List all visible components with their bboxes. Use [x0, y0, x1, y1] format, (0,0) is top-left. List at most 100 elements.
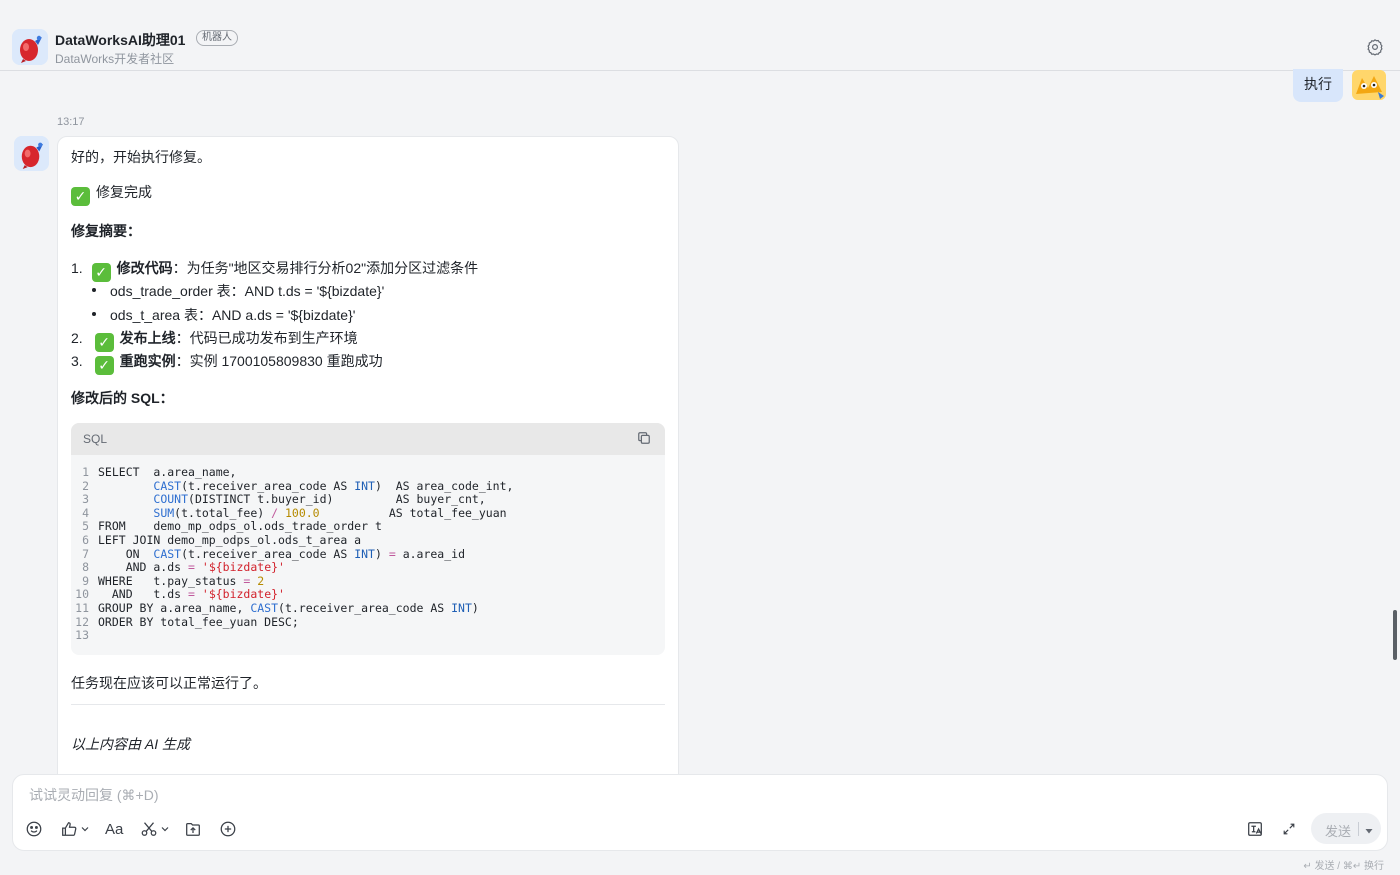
- line-number: 11: [75, 600, 89, 615]
- line-number: 7: [82, 546, 89, 561]
- code-text: ORDER BY total_fee_yuan DESC;: [98, 614, 299, 629]
- sub-list-item: ods_trade_order 表：AND t.ds = '${bizdate}…: [110, 281, 384, 301]
- code-text: AND t.ds = '${bizdate}': [98, 587, 285, 602]
- code-line: 12 ORDER BY total_fee_yuan DESC;: [71, 614, 665, 630]
- chat-title: DataWorksAI助理01: [55, 32, 186, 48]
- message-input[interactable]: [29, 787, 1369, 803]
- upload-icon[interactable]: [184, 819, 202, 839]
- scrollbar-thumb[interactable]: [1393, 610, 1397, 660]
- message-timestamp: 13:17: [57, 116, 85, 128]
- list-item: 2. ✓ 发布上线：代码已成功发布到生产环境: [71, 328, 358, 352]
- code-line: 7 ON CAST(t.receiver_area_code AS INT) =…: [71, 546, 665, 562]
- item-title: 重跑实例: [119, 353, 176, 369]
- code-line: 9 WHERE t.pay_status = 2: [71, 573, 665, 589]
- chevron-down-icon: [81, 827, 89, 832]
- bot-message-avatar[interactable]: [14, 136, 49, 171]
- scissors-icon[interactable]: [140, 819, 170, 839]
- code-language-label: SQL: [83, 432, 108, 446]
- line-number: 2: [82, 478, 89, 493]
- code-text: WHERE t.pay_status = 2: [98, 573, 265, 588]
- closing-text: 任务现在应该可以正常运行了。: [71, 675, 267, 691]
- sub-condition: AND t.ds = '${bizdate}': [244, 283, 385, 299]
- format-label: Aa: [105, 820, 124, 838]
- list-item: 1. ✓ 修改代码：为任务"地区交易排行分析02"添加分区过滤条件: [71, 258, 478, 282]
- table-name: ods_trade_order: [110, 283, 213, 299]
- code-line: 3 COUNT(DISTINCT t.buyer_id) AS buyer_cn…: [71, 492, 665, 507]
- code-line: 11 GROUP BY a.area_name, CAST(t.receiver_…: [71, 600, 665, 616]
- item-text: 实例 1700105809830 重跑成功: [189, 353, 383, 369]
- line-number: 9: [82, 573, 89, 588]
- bot-avatar[interactable]: [12, 29, 48, 65]
- copy-icon[interactable]: [637, 431, 653, 447]
- expand-icon[interactable]: [1281, 819, 1297, 839]
- sub-suffix: 表：: [212, 283, 245, 299]
- sub-suffix: 表：: [180, 307, 212, 323]
- code-content[interactable]: 1 SELECT a.area_name, 2 CAST(t.receiver_ar…: [71, 465, 665, 643]
- code-text: COUNT(DISTINCT t.buyer_id) AS buyer_cnt,: [153, 492, 486, 507]
- sql-heading: 修改后的 SQL：: [71, 390, 174, 406]
- status-text: 修复完成: [96, 184, 152, 200]
- emoji-icon[interactable]: [25, 819, 43, 839]
- code-line: 5 FROM demo_mp_odps_ol.ods_trade_order t: [71, 520, 665, 534]
- code-line: 6 LEFT JOIN demo_mp_odps_ol.ods_t_area a: [71, 532, 665, 548]
- summary-heading: 修复摘要：: [71, 223, 141, 239]
- code-text: CAST(t.receiver_area_code AS INT) AS are…: [153, 478, 514, 493]
- code-line: 8 AND a.ds = '${bizdate}': [71, 560, 665, 575]
- item-colon: ：: [175, 330, 190, 346]
- line-number: 4: [82, 505, 89, 520]
- ai-generated-note: 以上内容由 AI 生成: [71, 736, 191, 752]
- check-icon: ✓: [94, 356, 114, 375]
- check-icon: ✓: [71, 187, 90, 206]
- list-item: 3. ✓ 重跑实例：实例 1700105809830 重跑成功: [71, 351, 383, 375]
- thumbs-up-icon[interactable]: [60, 819, 90, 839]
- caret-down-icon[interactable]: [1364, 823, 1374, 841]
- chat-header: DataWorksAI助理01 机器人 DataWorks开发者社区: [0, 0, 1400, 71]
- code-line: 4 SUM(t.total_fee) / 100.0 AS total_fee_…: [71, 505, 665, 521]
- code-text: FROM demo_mp_odps_ol.ods_trade_order t: [98, 519, 382, 534]
- table-name: ods_t_area: [110, 307, 181, 323]
- shortcut-hint: ↵ 发送 / ⌘↵ 换行: [1303, 861, 1384, 872]
- user-message-bubble[interactable]: 执行: [1293, 69, 1343, 102]
- code-block-header: SQL: [71, 423, 665, 455]
- code-line: 2 CAST(t.receiver_area_code AS INT) AS a…: [71, 478, 665, 494]
- sub-condition: AND a.ds = '${bizdate}': [211, 307, 356, 323]
- item-colon: ：: [175, 353, 190, 369]
- line-number: 12: [75, 614, 89, 629]
- code-text: LEFT JOIN demo_mp_odps_ol.ods_t_area a: [98, 532, 362, 547]
- bullet-dot: [92, 288, 96, 292]
- translate-icon[interactable]: [1246, 819, 1264, 839]
- check-icon: ✓: [94, 333, 114, 352]
- line-number: 10: [75, 587, 89, 602]
- send-button[interactable]: 发送: [1311, 813, 1381, 844]
- list-number: 2.: [71, 330, 83, 346]
- code-line: 10 AND t.ds = '${bizdate}': [71, 588, 665, 602]
- bot-message-card: 好的，开始执行修复。 ✓ 修复完成 修复摘要： 1. ✓ 修改代码：为任务"地区交易…: [57, 136, 679, 796]
- gear-icon[interactable]: [1366, 38, 1384, 56]
- text-format-button[interactable]: Aa: [105, 819, 123, 839]
- intro-text: 好的，开始执行修复。: [71, 149, 211, 165]
- add-icon[interactable]: [219, 819, 237, 839]
- item-title: 发布上线: [119, 330, 176, 346]
- user-avatar[interactable]: [1352, 70, 1386, 100]
- code-text: SUM(t.total_fee) / 100.0 AS total_fee_yu…: [153, 505, 507, 520]
- status-line: ✓ 修复完成: [71, 182, 152, 206]
- send-divider: [1358, 822, 1359, 836]
- line-number: 8: [82, 560, 89, 575]
- code-text: GROUP BY a.area_name, CAST(t.receiver_ar…: [98, 600, 479, 615]
- list-number: 1.: [71, 260, 83, 276]
- line-number: 1: [82, 465, 89, 479]
- line-number: 5: [82, 519, 89, 534]
- chat-subtitle: DataWorks开发者社区: [55, 52, 175, 66]
- bullet-dot: [92, 312, 96, 316]
- divider: [71, 704, 665, 705]
- check-icon: ✓: [91, 263, 111, 282]
- line-number: 3: [82, 492, 89, 507]
- code-text: ON CAST(t.receiver_area_code AS INT) = a…: [98, 546, 466, 561]
- code-text: AND a.ds = '${bizdate}': [98, 560, 285, 575]
- bot-badge: 机器人: [196, 30, 238, 46]
- item-text: 代码已成功发布到生产环境: [189, 330, 358, 346]
- code-block: SQL 1 SELECT a.area_name, 2 CAST(t.receive…: [71, 423, 665, 655]
- line-number: 13: [75, 628, 89, 643]
- item-colon: ：: [172, 260, 187, 276]
- code-line: 13: [71, 629, 665, 643]
